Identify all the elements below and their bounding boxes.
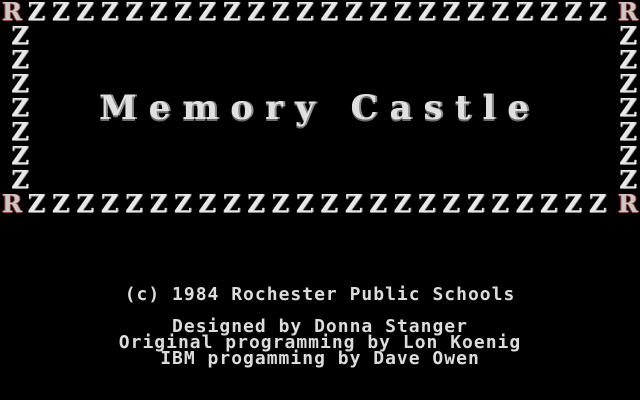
frame-glyph: Z bbox=[442, 0, 460, 26]
frame-glyph: Z bbox=[247, 189, 265, 218]
frame-glyph: Z bbox=[100, 189, 119, 218]
game-title: Memory Castle bbox=[99, 88, 541, 128]
frame-corner-glyph: R bbox=[2, 189, 22, 218]
title-screen: RZZZZZZZZZZZZZZZZZZZZZZZZR RZZZZZZZZZZZZ… bbox=[0, 0, 640, 400]
frame-glyph: Z bbox=[222, 189, 241, 218]
frame-glyph: Z bbox=[100, 0, 119, 26]
frame-glyph: Z bbox=[540, 189, 558, 218]
frame-glyph: Z bbox=[247, 0, 265, 26]
frame-glyph: Z bbox=[515, 0, 534, 26]
frame-glyph: Z bbox=[344, 189, 363, 218]
frame-glyph: Z bbox=[540, 0, 558, 26]
frame-glyph: Z bbox=[174, 189, 192, 218]
frame-glyph: Z bbox=[369, 0, 387, 26]
frame-glyph: Z bbox=[588, 0, 607, 26]
frame-glyph: Z bbox=[564, 189, 582, 218]
frame-glyph: Z bbox=[125, 0, 143, 26]
frame-glyph: Z bbox=[52, 189, 70, 218]
frame-glyph: Z bbox=[320, 189, 338, 218]
frame-glyph: Z bbox=[11, 165, 29, 194]
frame-glyph: Z bbox=[198, 0, 216, 26]
copyright-line: (c) 1984 Rochester Public Schools bbox=[124, 284, 516, 305]
frame-glyph: Z bbox=[52, 0, 70, 26]
frame-glyph: Z bbox=[271, 0, 290, 26]
frame-glyph: Z bbox=[76, 0, 94, 26]
frame-glyph: Z bbox=[174, 0, 192, 26]
frame-glyph: Z bbox=[466, 189, 485, 218]
frame-glyph: Z bbox=[418, 189, 436, 218]
frame-top-border: RZZZZZZZZZZZZZZZZZZZZZZZZR bbox=[0, 0, 640, 24]
frame-glyph: Z bbox=[369, 189, 387, 218]
frame-glyph: Z bbox=[619, 165, 637, 194]
frame-glyph: Z bbox=[125, 189, 143, 218]
frame-glyph: Z bbox=[466, 0, 485, 26]
frame-glyph: Z bbox=[27, 189, 46, 218]
frame-glyph: Z bbox=[76, 189, 94, 218]
frame-glyph: Z bbox=[564, 0, 582, 26]
frame-glyph: Z bbox=[515, 189, 534, 218]
frame-glyph: Z bbox=[491, 0, 509, 26]
frame-glyph: Z bbox=[149, 189, 168, 218]
frame-glyph: Z bbox=[442, 189, 460, 218]
frame-glyph: Z bbox=[588, 189, 607, 218]
frame-glyph: Z bbox=[271, 189, 290, 218]
frame-glyph: Z bbox=[393, 189, 412, 218]
frame-glyph: Z bbox=[296, 0, 314, 26]
frame-bottom-border: RZZZZZZZZZZZZZZZZZZZZZZZZR bbox=[0, 192, 640, 216]
frame-glyph: Z bbox=[320, 0, 338, 26]
frame-glyph: Z bbox=[418, 0, 436, 26]
frame-glyph: Z bbox=[491, 189, 509, 218]
frame-glyph: Z bbox=[149, 0, 168, 26]
frame-glyph: Z bbox=[393, 0, 412, 26]
frame-glyph: Z bbox=[296, 189, 314, 218]
ibm-programmer-credit: IBM progamming by Dave Owen bbox=[160, 348, 480, 369]
frame-glyph: Z bbox=[344, 0, 363, 26]
frame-glyph: Z bbox=[222, 0, 241, 26]
frame-corner-glyph: R bbox=[618, 189, 638, 218]
frame-glyph: Z bbox=[198, 189, 216, 218]
